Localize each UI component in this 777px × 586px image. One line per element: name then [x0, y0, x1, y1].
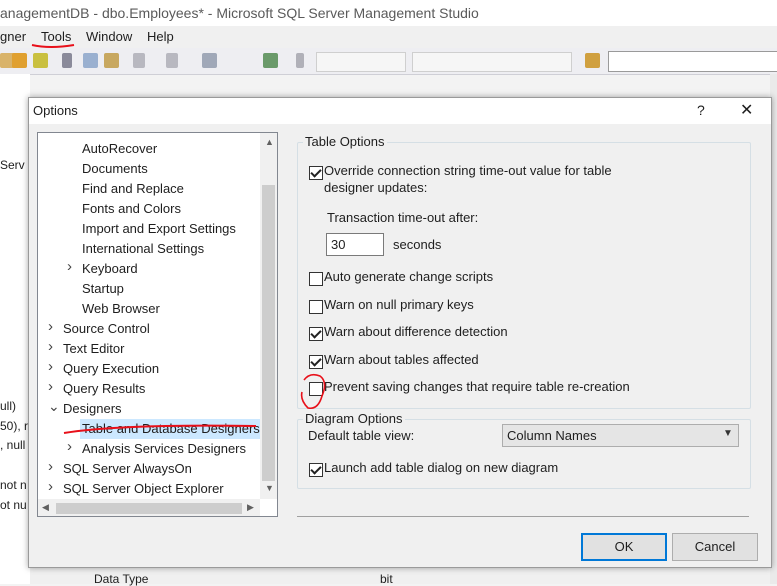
tree-node[interactable]: Query Execution	[63, 359, 159, 379]
background-text: 50), r	[0, 419, 29, 433]
menu-window[interactable]: Window	[86, 29, 132, 44]
timeout-input[interactable]: 30	[326, 233, 384, 256]
prevent-saving-label: Prevent saving changes that require tabl…	[324, 379, 630, 394]
background-text: ot nu	[0, 498, 27, 512]
collapsed-chevron-icon[interactable]: ›	[67, 438, 72, 455]
auto-generate-scripts-label: Auto generate change scripts	[324, 269, 494, 284]
tree-node[interactable]: Documents	[82, 159, 148, 179]
annotation-circle-checkbox	[300, 373, 326, 410]
background-text: not n	[0, 478, 27, 492]
default-view-select[interactable]: Column Names ▼	[502, 424, 739, 447]
collapsed-chevron-icon[interactable]: ›	[48, 458, 53, 475]
find-icon[interactable]	[585, 53, 600, 68]
scroll-up-icon[interactable]: ▲	[265, 137, 274, 147]
collapsed-chevron-icon[interactable]: ›	[48, 318, 53, 335]
tree-node[interactable]: Keyboard	[82, 259, 138, 279]
expanded-chevron-icon[interactable]: ⌄	[48, 398, 60, 415]
copy-icon[interactable]	[83, 53, 98, 68]
warn-tables-affected-label: Warn about tables affected	[324, 352, 479, 367]
background-grid: Data Type bit	[30, 566, 770, 586]
collapsed-chevron-icon[interactable]: ›	[67, 258, 72, 275]
background-text: Serv	[0, 158, 25, 172]
default-view-label: Default table view:	[308, 428, 415, 443]
collapsed-chevron-icon[interactable]: ›	[48, 378, 53, 395]
navigate-icon[interactable]	[202, 53, 217, 68]
tree-node[interactable]: International Settings	[82, 239, 204, 259]
table-options-label: Table Options	[303, 134, 387, 149]
report-icon[interactable]	[263, 53, 278, 68]
start-icon[interactable]	[296, 53, 304, 68]
dialog-title: Options	[33, 103, 78, 118]
redo-icon[interactable]	[166, 53, 178, 68]
open-file-icon[interactable]	[33, 53, 48, 68]
warn-null-keys-label: Warn on null primary keys	[324, 297, 474, 312]
cancel-button[interactable]: Cancel	[672, 533, 758, 561]
launch-add-table-label: Launch add table dialog on new diagram	[324, 460, 559, 475]
paste-icon[interactable]	[104, 53, 119, 68]
tree-node[interactable]: AutoRecover	[82, 139, 157, 159]
override-timeout-label-line1: Override connection string time-out valu…	[324, 163, 612, 178]
chevron-down-icon: ▼	[723, 428, 733, 439]
scroll-down-icon[interactable]: ▼	[265, 483, 274, 493]
scroll-right-icon[interactable]: ▶	[247, 502, 254, 513]
toolbar-search-input[interactable]	[608, 51, 777, 72]
cut-icon[interactable]	[62, 53, 72, 68]
auto-generate-scripts-checkbox[interactable]	[309, 272, 323, 286]
ok-button[interactable]: OK	[581, 533, 667, 561]
tree-node[interactable]: Fonts and Colors	[82, 199, 181, 219]
tree-node[interactable]: Startup	[82, 279, 124, 299]
background-text: ull)	[0, 399, 17, 413]
solution-config-combo[interactable]	[316, 52, 406, 72]
scroll-left-icon[interactable]: ◀	[42, 502, 49, 513]
collapsed-chevron-icon[interactable]: ›	[48, 478, 53, 495]
tree-node[interactable]: Web Browser	[82, 299, 160, 319]
options-tree[interactable]: AutoRecover Documents Find and Replace Font…	[37, 132, 278, 517]
timeout-label: Transaction time-out after:	[327, 210, 479, 225]
database-icon[interactable]	[12, 53, 27, 68]
tree-node[interactable]: SQL Server Object Explorer	[63, 479, 224, 499]
background-editor: Serv ull) 50), r , null not n ot nu	[0, 74, 30, 584]
warn-difference-checkbox[interactable]	[309, 327, 323, 341]
toolbar	[0, 48, 777, 75]
default-view-value: Column Names	[507, 428, 597, 443]
annotation-underline-selected-node	[63, 424, 257, 434]
tree-horizontal-scroll-thumb[interactable]	[56, 503, 242, 514]
window-title-bar: anagementDB - dbo.Employees* - Microsoft…	[0, 0, 777, 26]
warn-difference-label: Warn about difference detection	[324, 324, 508, 339]
menu-bar: gner Tools Window Help	[0, 26, 777, 48]
help-button[interactable]: ?	[697, 102, 705, 118]
tree-node[interactable]: Import and Export Settings	[82, 219, 236, 239]
menu-designer[interactable]: gner	[0, 29, 26, 44]
tree-node[interactable]: Query Results	[63, 379, 145, 399]
tree-vertical-scroll-thumb[interactable]	[262, 185, 275, 481]
override-timeout-checkbox[interactable]	[309, 166, 323, 180]
platform-combo[interactable]	[412, 52, 572, 72]
background-text: , null	[0, 438, 26, 452]
tree-node[interactable]: Source Control	[63, 319, 150, 339]
timeout-unit: seconds	[393, 237, 442, 252]
collapsed-chevron-icon[interactable]: ›	[48, 358, 53, 375]
override-timeout-label-line2: designer updates:	[324, 180, 428, 195]
collapsed-chevron-icon[interactable]: ›	[48, 338, 53, 355]
close-button[interactable]: ✕	[740, 100, 753, 120]
tree-node[interactable]: Analysis Services Designers	[82, 439, 246, 459]
tree-node[interactable]: SQL Server AlwaysOn	[63, 459, 192, 479]
menu-help[interactable]: Help	[147, 29, 174, 44]
tree-node[interactable]: Find and Replace	[82, 179, 184, 199]
tree-node[interactable]: Text Editor	[63, 339, 124, 359]
options-dialog: Options ? ✕ AutoRecover Documents Find and…	[28, 97, 772, 568]
launch-add-table-checkbox[interactable]	[309, 463, 323, 477]
dialog-separator	[297, 516, 749, 517]
dialog-title-bar: Options ? ✕	[29, 98, 771, 124]
undo-icon[interactable]	[133, 53, 145, 68]
warn-null-keys-checkbox[interactable]	[309, 300, 323, 314]
window-title: anagementDB - dbo.Employees* - Microsoft…	[0, 5, 479, 21]
warn-tables-affected-checkbox[interactable]	[309, 355, 323, 369]
